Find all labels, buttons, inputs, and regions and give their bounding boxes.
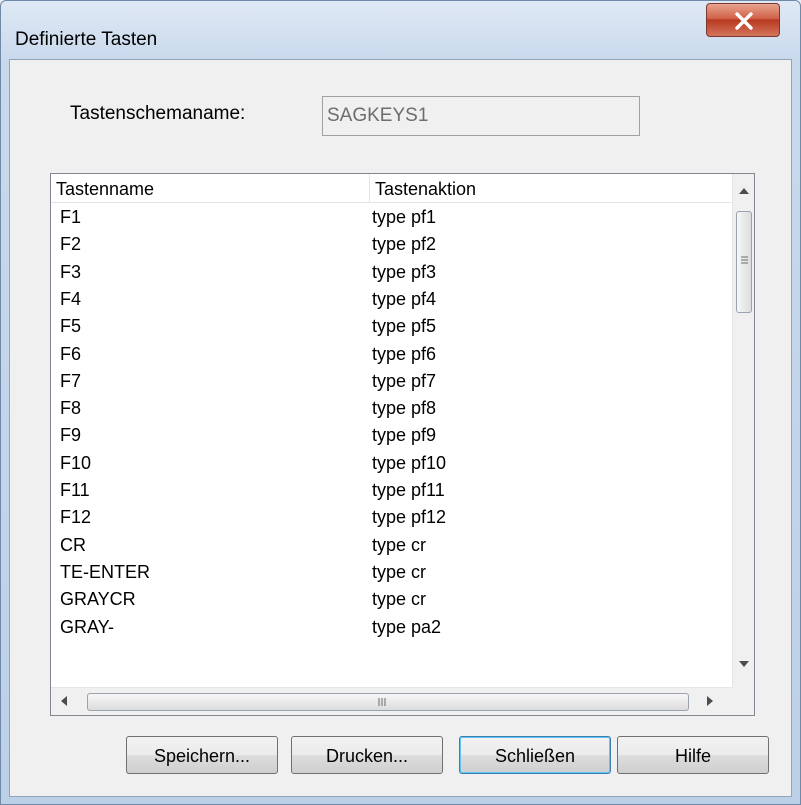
key-action-cell: type pf5 bbox=[372, 316, 437, 337]
key-name-cell: F10 bbox=[60, 452, 92, 473]
scheme-name-label: Tastenschemaname: bbox=[70, 103, 246, 124]
horizontal-scrollbar[interactable] bbox=[51, 687, 732, 715]
key-list[interactable]: Tastenname Tastenaktion F1 type pf1 F2 type… bbox=[50, 173, 755, 716]
key-action-cell: type pf10 bbox=[372, 452, 447, 473]
key-action-cell: type pf2 bbox=[372, 234, 437, 255]
dialog-client-area: Tastenschemaname: Tastenname Tastenaktio… bbox=[9, 59, 792, 797]
key-name-cell: F1 bbox=[60, 207, 82, 227]
print-button[interactable]: Drucken... bbox=[291, 736, 443, 774]
list-row[interactable]: F2 type pf2 bbox=[51, 230, 732, 259]
dialog-window: Definierte Tasten Tastenschemaname: Tast… bbox=[0, 0, 801, 805]
vertical-scroll-thumb[interactable] bbox=[736, 211, 752, 313]
key-name-cell: GRAY- bbox=[60, 616, 115, 637]
key-action-cell: type pf6 bbox=[372, 343, 437, 364]
scroll-left-arrow-icon[interactable] bbox=[61, 696, 67, 706]
list-row[interactable]: F12 type pf12 bbox=[51, 503, 732, 532]
key-name-cell: F2 bbox=[60, 234, 82, 255]
horizontal-scroll-thumb[interactable] bbox=[87, 693, 689, 711]
vertical-scrollbar[interactable] bbox=[732, 174, 754, 687]
key-name-cell: F7 bbox=[60, 370, 82, 391]
list-rows: F1 type pf1 F2 type pf2 F3 type pf3 F4 type pf4… bbox=[51, 203, 732, 687]
close-dialog-button[interactable]: Schließen bbox=[459, 736, 611, 774]
key-name-cell: F11 bbox=[60, 480, 90, 500]
list-row[interactable]: GRAYCR type cr bbox=[51, 585, 732, 614]
list-row[interactable]: F4 type pf4 bbox=[51, 285, 732, 314]
key-name-cell: F12 bbox=[60, 507, 92, 528]
key-name-cell: GRAYCR bbox=[60, 589, 136, 610]
key-action-cell: type cr bbox=[372, 589, 427, 610]
close-x-icon bbox=[735, 12, 753, 30]
column-header-key-action[interactable]: Tastenaktion bbox=[370, 174, 732, 202]
key-action-cell: type pf3 bbox=[372, 261, 437, 282]
key-action-cell: type cr bbox=[372, 561, 427, 582]
list-row[interactable]: F7 type pf7 bbox=[51, 367, 732, 396]
key-name-cell: F6 bbox=[60, 343, 82, 364]
key-name-cell: F4 bbox=[60, 288, 82, 309]
list-row[interactable]: F6 type pf6 bbox=[51, 340, 732, 369]
column-header-key-name[interactable]: Tastenname bbox=[51, 174, 370, 202]
key-name-cell: F5 bbox=[60, 316, 82, 337]
key-action-cell: type pf9 bbox=[372, 425, 437, 446]
key-action-cell: type pf7 bbox=[372, 370, 437, 391]
list-header: Tastenname Tastenaktion bbox=[51, 174, 732, 203]
save-button[interactable]: Speichern... bbox=[126, 736, 278, 774]
list-row[interactable]: F10 type pf10 bbox=[51, 449, 732, 478]
key-action-cell: type pf12 bbox=[372, 507, 447, 528]
key-name-cell: CR bbox=[60, 534, 86, 555]
key-action-cell: type cr bbox=[372, 534, 427, 555]
list-row[interactable]: CR type cr bbox=[51, 531, 732, 560]
list-row[interactable]: F5 type pf5 bbox=[51, 312, 732, 341]
key-action-cell: type pf11 bbox=[372, 480, 445, 500]
key-action-cell: type pf4 bbox=[372, 288, 437, 309]
key-name-cell: F3 bbox=[60, 261, 82, 282]
window-title: Definierte Tasten bbox=[15, 29, 158, 50]
close-button[interactable] bbox=[706, 3, 780, 37]
grip-icon bbox=[378, 698, 386, 706]
scroll-down-arrow-icon[interactable] bbox=[739, 661, 749, 667]
list-row[interactable]: F3 type pf3 bbox=[51, 258, 732, 287]
list-row[interactable]: F11 type pf11 bbox=[51, 476, 732, 505]
key-name-cell: F9 bbox=[60, 425, 82, 446]
scroll-right-arrow-icon[interactable] bbox=[707, 696, 713, 706]
scroll-up-arrow-icon[interactable] bbox=[739, 188, 749, 194]
list-row[interactable]: TE-ENTER type cr bbox=[51, 558, 732, 587]
scrollbar-corner bbox=[732, 687, 754, 715]
scheme-name-field[interactable] bbox=[322, 96, 640, 136]
list-row[interactable]: F9 type pf9 bbox=[51, 421, 732, 450]
key-name-cell: TE-ENTER bbox=[60, 561, 150, 582]
list-row[interactable]: GRAY-type pa2 bbox=[51, 613, 732, 642]
list-row[interactable]: F1 type pf1 bbox=[51, 203, 732, 232]
grip-icon bbox=[741, 256, 748, 264]
key-name-cell: F8 bbox=[60, 398, 82, 419]
title-bar[interactable]: Definierte Tasten bbox=[1, 1, 800, 50]
key-action-cell: type pf8 bbox=[372, 398, 437, 419]
key-action-cell: type pf1 bbox=[372, 207, 437, 227]
list-row[interactable]: F8 type pf8 bbox=[51, 394, 732, 423]
help-button[interactable]: Hilfe bbox=[617, 736, 769, 774]
key-action-cell: type pa2 bbox=[372, 616, 442, 637]
